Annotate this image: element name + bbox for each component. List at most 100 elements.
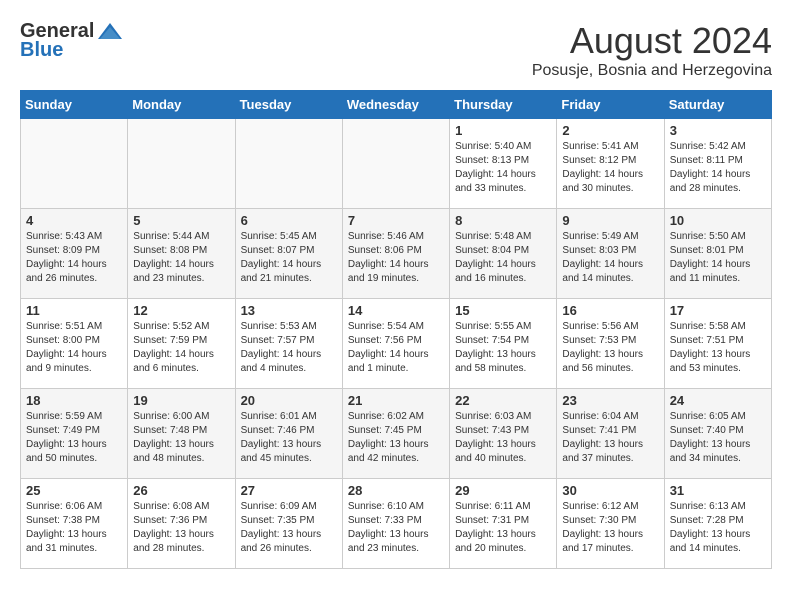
- day-number: 11: [26, 303, 122, 318]
- calendar-cell: 14 Sunrise: 5:54 AM Sunset: 7:56 PM Dayli…: [342, 299, 449, 389]
- day-info: Sunrise: 5:52 AM Sunset: 7:59 PM Dayligh…: [133, 320, 229, 376]
- day-number: 19: [133, 393, 229, 408]
- day-header-saturday: Saturday: [664, 91, 771, 119]
- day-number: 25: [26, 483, 122, 498]
- calendar-cell: 28Sunrise: 6:10 AM Sunset: 7:33 PM Dayli…: [342, 479, 449, 569]
- day-number: 16: [562, 303, 658, 318]
- day-info: Sunrise: 5:45 AM Sunset: 8:07 PM Dayligh…: [241, 230, 337, 286]
- day-info: Sunrise: 5:54 AM Sunset: 7:56 PM Dayligh…: [348, 320, 444, 376]
- title-area: August 2024 Posusje, Bosnia and Herzegov…: [532, 20, 772, 80]
- day-info: Sunrise: 5:56 AM Sunset: 7:53 PM Dayligh…: [562, 320, 658, 376]
- calendar-cell: 24 Sunrise: 6:05 AM Sunset: 7:40 PM Dayli…: [664, 389, 771, 479]
- calendar-cell: 4 Sunrise: 5:43 AM Sunset: 8:09 PM Daylig…: [21, 209, 128, 299]
- day-number: 26: [133, 483, 229, 498]
- calendar-cell: 10Sunrise: 5:50 AM Sunset: 8:01 PM Dayli…: [664, 209, 771, 299]
- day-number: 17: [670, 303, 766, 318]
- day-number: 28: [348, 483, 444, 498]
- calendar-cell: 6 Sunrise: 5:45 AM Sunset: 8:07 PM Daylig…: [235, 209, 342, 299]
- day-number: 29: [455, 483, 551, 498]
- day-info: Sunrise: 6:12 AM Sunset: 7:30 PM Dayligh…: [562, 500, 658, 556]
- day-info: Sunrise: 5:51 AM Sunset: 8:00 PM Dayligh…: [26, 320, 122, 376]
- day-number: 23: [562, 393, 658, 408]
- day-number: 1: [455, 123, 551, 138]
- calendar-cell: 27Sunrise: 6:09 AM Sunset: 7:35 PM Dayli…: [235, 479, 342, 569]
- day-number: 8: [455, 213, 551, 228]
- logo-blue-text: Blue: [20, 39, 63, 62]
- day-info: Sunrise: 5:55 AM Sunset: 7:54 PM Dayligh…: [455, 320, 551, 376]
- day-info: Sunrise: 5:46 AM Sunset: 8:06 PM Dayligh…: [348, 230, 444, 286]
- day-number: 21: [348, 393, 444, 408]
- day-info: Sunrise: 6:00 AM Sunset: 7:48 PM Dayligh…: [133, 410, 229, 466]
- calendar-cell: 11 Sunrise: 5:51 AM Sunset: 8:00 PM Dayli…: [21, 299, 128, 389]
- day-number: 3: [670, 123, 766, 138]
- day-header-sunday: Sunday: [21, 91, 128, 119]
- calendar-cell: 1 Sunrise: 5:40 AM Sunset: 8:13 PM Daylig…: [450, 119, 557, 209]
- calendar-week-row: 4 Sunrise: 5:43 AM Sunset: 8:09 PM Daylig…: [21, 209, 772, 299]
- day-number: 5: [133, 213, 229, 228]
- day-number: 18: [26, 393, 122, 408]
- calendar-cell: 19 Sunrise: 6:00 AM Sunset: 7:48 PM Dayli…: [128, 389, 235, 479]
- calendar-table: SundayMondayTuesdayWednesdayThursdayFrid…: [20, 90, 772, 569]
- calendar-cell: 20 Sunrise: 6:01 AM Sunset: 7:46 PM Dayli…: [235, 389, 342, 479]
- day-info: Sunrise: 5:43 AM Sunset: 8:09 PM Dayligh…: [26, 230, 122, 286]
- location-title: Posusje, Bosnia and Herzegovina: [532, 62, 772, 80]
- day-info: Sunrise: 5:40 AM Sunset: 8:13 PM Dayligh…: [455, 140, 551, 196]
- day-info: Sunrise: 5:42 AM Sunset: 8:11 PM Dayligh…: [670, 140, 766, 196]
- day-info: Sunrise: 6:01 AM Sunset: 7:46 PM Dayligh…: [241, 410, 337, 466]
- calendar-cell: 16 Sunrise: 5:56 AM Sunset: 7:53 PM Dayli…: [557, 299, 664, 389]
- calendar-cell: 26Sunrise: 6:08 AM Sunset: 7:36 PM Dayli…: [128, 479, 235, 569]
- day-number: 22: [455, 393, 551, 408]
- day-number: 6: [241, 213, 337, 228]
- calendar-cell: 9Sunrise: 5:49 AM Sunset: 8:03 PM Daylig…: [557, 209, 664, 299]
- day-header-friday: Friday: [557, 91, 664, 119]
- day-number: 20: [241, 393, 337, 408]
- calendar-cell: 23 Sunrise: 6:04 AM Sunset: 7:41 PM Dayli…: [557, 389, 664, 479]
- day-number: 4: [26, 213, 122, 228]
- calendar-cell: 2 Sunrise: 5:41 AM Sunset: 8:12 PM Daylig…: [557, 119, 664, 209]
- day-number: 7: [348, 213, 444, 228]
- day-info: Sunrise: 6:02 AM Sunset: 7:45 PM Dayligh…: [348, 410, 444, 466]
- calendar-cell: [235, 119, 342, 209]
- calendar-cell: 18 Sunrise: 5:59 AM Sunset: 7:49 PM Dayli…: [21, 389, 128, 479]
- day-info: Sunrise: 6:06 AM Sunset: 7:38 PM Dayligh…: [26, 500, 122, 556]
- day-info: Sunrise: 5:41 AM Sunset: 8:12 PM Dayligh…: [562, 140, 658, 196]
- day-number: 2: [562, 123, 658, 138]
- day-header-monday: Monday: [128, 91, 235, 119]
- calendar-cell: 22 Sunrise: 6:03 AM Sunset: 7:43 PM Dayli…: [450, 389, 557, 479]
- calendar-cell: 13Sunrise: 5:53 AM Sunset: 7:57 PM Dayli…: [235, 299, 342, 389]
- calendar-cell: 12 Sunrise: 5:52 AM Sunset: 7:59 PM Dayli…: [128, 299, 235, 389]
- calendar-cell: 15Sunrise: 5:55 AM Sunset: 7:54 PM Dayli…: [450, 299, 557, 389]
- logo: General Blue: [20, 20, 124, 62]
- calendar-cell: [342, 119, 449, 209]
- day-number: 12: [133, 303, 229, 318]
- day-info: Sunrise: 6:03 AM Sunset: 7:43 PM Dayligh…: [455, 410, 551, 466]
- day-info: Sunrise: 5:58 AM Sunset: 7:51 PM Dayligh…: [670, 320, 766, 376]
- day-number: 14: [348, 303, 444, 318]
- day-info: Sunrise: 5:53 AM Sunset: 7:57 PM Dayligh…: [241, 320, 337, 376]
- day-header-tuesday: Tuesday: [235, 91, 342, 119]
- day-info: Sunrise: 6:11 AM Sunset: 7:31 PM Dayligh…: [455, 500, 551, 556]
- day-info: Sunrise: 6:09 AM Sunset: 7:35 PM Dayligh…: [241, 500, 337, 556]
- day-info: Sunrise: 5:44 AM Sunset: 8:08 PM Dayligh…: [133, 230, 229, 286]
- calendar-header-row: SundayMondayTuesdayWednesdayThursdayFrid…: [21, 91, 772, 119]
- day-info: Sunrise: 5:59 AM Sunset: 7:49 PM Dayligh…: [26, 410, 122, 466]
- day-number: 30: [562, 483, 658, 498]
- day-number: 9: [562, 213, 658, 228]
- calendar-cell: 5 Sunrise: 5:44 AM Sunset: 8:08 PM Daylig…: [128, 209, 235, 299]
- calendar-cell: 21 Sunrise: 6:02 AM Sunset: 7:45 PM Dayli…: [342, 389, 449, 479]
- day-number: 24: [670, 393, 766, 408]
- month-title: August 2024: [532, 20, 772, 62]
- calendar-cell: 8 Sunrise: 5:48 AM Sunset: 8:04 PM Daylig…: [450, 209, 557, 299]
- day-number: 31: [670, 483, 766, 498]
- day-number: 10: [670, 213, 766, 228]
- day-header-thursday: Thursday: [450, 91, 557, 119]
- day-info: Sunrise: 5:48 AM Sunset: 8:04 PM Dayligh…: [455, 230, 551, 286]
- day-info: Sunrise: 6:04 AM Sunset: 7:41 PM Dayligh…: [562, 410, 658, 466]
- calendar-cell: 30 Sunrise: 6:12 AM Sunset: 7:30 PM Dayli…: [557, 479, 664, 569]
- calendar-cell: 25 Sunrise: 6:06 AM Sunset: 7:38 PM Dayli…: [21, 479, 128, 569]
- calendar-cell: 7 Sunrise: 5:46 AM Sunset: 8:06 PM Daylig…: [342, 209, 449, 299]
- logo-icon: [96, 21, 124, 43]
- calendar-cell: [21, 119, 128, 209]
- day-info: Sunrise: 6:05 AM Sunset: 7:40 PM Dayligh…: [670, 410, 766, 466]
- calendar-week-row: 18 Sunrise: 5:59 AM Sunset: 7:49 PM Dayli…: [21, 389, 772, 479]
